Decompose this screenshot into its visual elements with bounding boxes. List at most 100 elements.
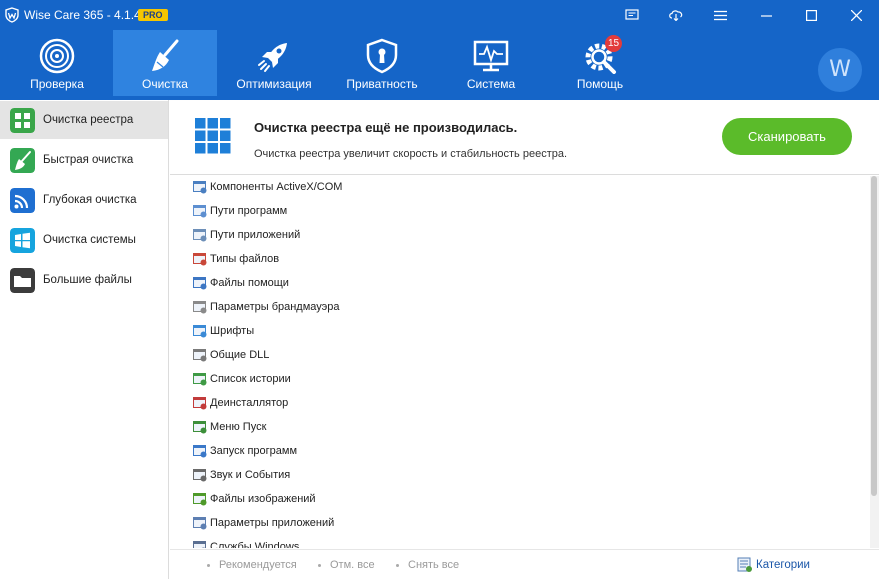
recommended-label: Рекомендуется [219,559,297,571]
deselect-all-label: Снять все [408,559,460,571]
list-item[interactable]: Запуск программ [192,441,297,461]
tab-check-label: Проверка [30,77,84,91]
categories-icon [737,557,752,572]
status-title: Очистка реестра ещё не производилась. [254,120,518,135]
sidebar-item-deep-clean[interactable]: Глубокая очистка [0,181,168,219]
tab-system[interactable]: Система [437,30,545,96]
recommended-link[interactable]: Рекомендуется [207,559,297,571]
app-logo-icon [5,7,19,23]
sidebar-item-quick-clean[interactable]: Быстрая очистка [0,141,168,179]
sidebar-item-label: Быстрая очистка [43,154,134,166]
sidebar-item-system-clean[interactable]: Очистка системы [0,221,168,259]
list-item[interactable]: Пути программ [192,201,287,221]
list-item-label: Пути программ [210,205,288,217]
sidebar: Очистка реестра Быстрая очистка Глубокая… [0,100,169,579]
scan-button[interactable]: Сканировать [722,118,852,155]
registry-icon [10,108,35,133]
tab-system-label: Система [466,77,516,91]
start-menu-icon [193,421,207,434]
list-item-label: Файлы помощи [210,277,289,289]
sidebar-item-label: Глубокая очистка [43,194,137,206]
file-type-icon [193,253,207,266]
sidebar-item-label: Очистка системы [43,234,136,246]
list-item[interactable]: Меню Пуск [192,417,266,437]
list-item-label: Список истории [210,373,291,385]
list-item[interactable]: Шрифты [192,321,254,341]
bullet-icon [396,563,399,567]
list-item[interactable]: Типы файлов [192,249,279,269]
list-item-label: Типы файлов [210,253,280,265]
startup-icon [193,445,207,458]
list-item-label: Параметры брандмауэра [210,301,340,313]
notification-badge: 15 [605,35,622,52]
scrollbar-thumb[interactable] [871,176,877,496]
maximize-button[interactable] [791,0,831,30]
close-icon [850,9,862,21]
list-item-label: Шрифты [210,325,255,337]
list-item[interactable]: Службы Windows [192,537,299,548]
avatar[interactable]: W [818,48,862,92]
list-item[interactable]: Звук и События [192,465,290,485]
list-item[interactable]: Общие DLL [192,345,269,365]
tab-privacy[interactable]: Приватность [328,30,436,96]
categories-label: Категории [756,559,810,571]
registry-grid-icon [195,118,231,154]
list-item[interactable]: Компоненты ActiveX/COM [192,177,342,197]
folder-icon [10,268,35,293]
tab-clean[interactable]: Очистка [113,30,217,96]
tab-optimize[interactable]: Оптимизация [220,30,328,96]
menu-button[interactable] [700,0,740,30]
list-scrollbar[interactable] [870,176,879,548]
bullet-icon [207,563,210,567]
image-file-icon [193,493,207,506]
list-item-label: Запуск программ [210,445,298,457]
tab-help[interactable]: 15 Помощь [546,30,654,96]
tab-clean-label: Очистка [142,77,188,91]
minimize-icon [760,14,772,17]
list-item-label: Звук и События [210,469,291,481]
list-item-label: Файлы изображений [210,493,316,505]
sidebar-item-large-files[interactable]: Большие файлы [0,261,168,299]
disk-icon [10,188,35,213]
list-item[interactable]: Файлы помощи [192,273,289,293]
close-button[interactable] [836,0,876,30]
minimize-button[interactable] [746,0,786,30]
sidebar-item-label: Большие файлы [43,274,132,286]
deselect-all-link[interactable]: Снять все [396,559,459,571]
services-icon [193,541,206,548]
list-item[interactable]: Параметры приложений [192,513,334,533]
list-item-label: Общие DLL [210,349,270,361]
sidebar-item-registry-clean[interactable]: Очистка реестра [0,101,168,139]
activex-icon [193,181,207,194]
uninstaller-icon [193,397,207,410]
dll-icon [193,349,207,362]
list-item[interactable]: Файлы изображений [192,489,316,509]
shield-icon [366,38,398,74]
monitor-icon [473,40,509,72]
cloud-button[interactable] [656,0,696,30]
tab-privacy-label: Приватность [346,77,418,91]
list-item[interactable]: Пути приложений [192,225,300,245]
bullet-icon [318,563,321,567]
firewall-icon [193,301,207,314]
feedback-icon [625,9,639,20]
app-path-icon [193,229,207,242]
status-panel: Очистка реестра ещё не производилась. Оч… [170,100,879,175]
sound-icon [193,469,207,482]
list-item-label: Компоненты ActiveX/COM [210,181,343,193]
categories-button[interactable]: Категории [737,557,810,573]
windows-icon [10,228,35,253]
main-nav: Проверка Очистка Оптимизация Приватность [0,30,879,100]
feedback-button[interactable] [612,0,652,30]
tab-optimize-label: Оптимизация [236,77,312,91]
list-item[interactable]: Деинсталлятор [192,393,288,413]
status-subtitle: Очистка реестра увеличит скорость и стаб… [254,148,568,160]
app-title: Wise Care 365 - 4.1.4 [24,8,141,22]
list-item[interactable]: Список истории [192,369,291,389]
list-item-label: Деинсталлятор [210,397,289,409]
list-item-label: Пути приложений [210,229,301,241]
select-all-link[interactable]: Отм. все [318,559,375,571]
tab-check[interactable]: Проверка [3,30,111,96]
list-item[interactable]: Параметры брандмауэра [192,297,340,317]
maximize-icon [805,9,817,21]
